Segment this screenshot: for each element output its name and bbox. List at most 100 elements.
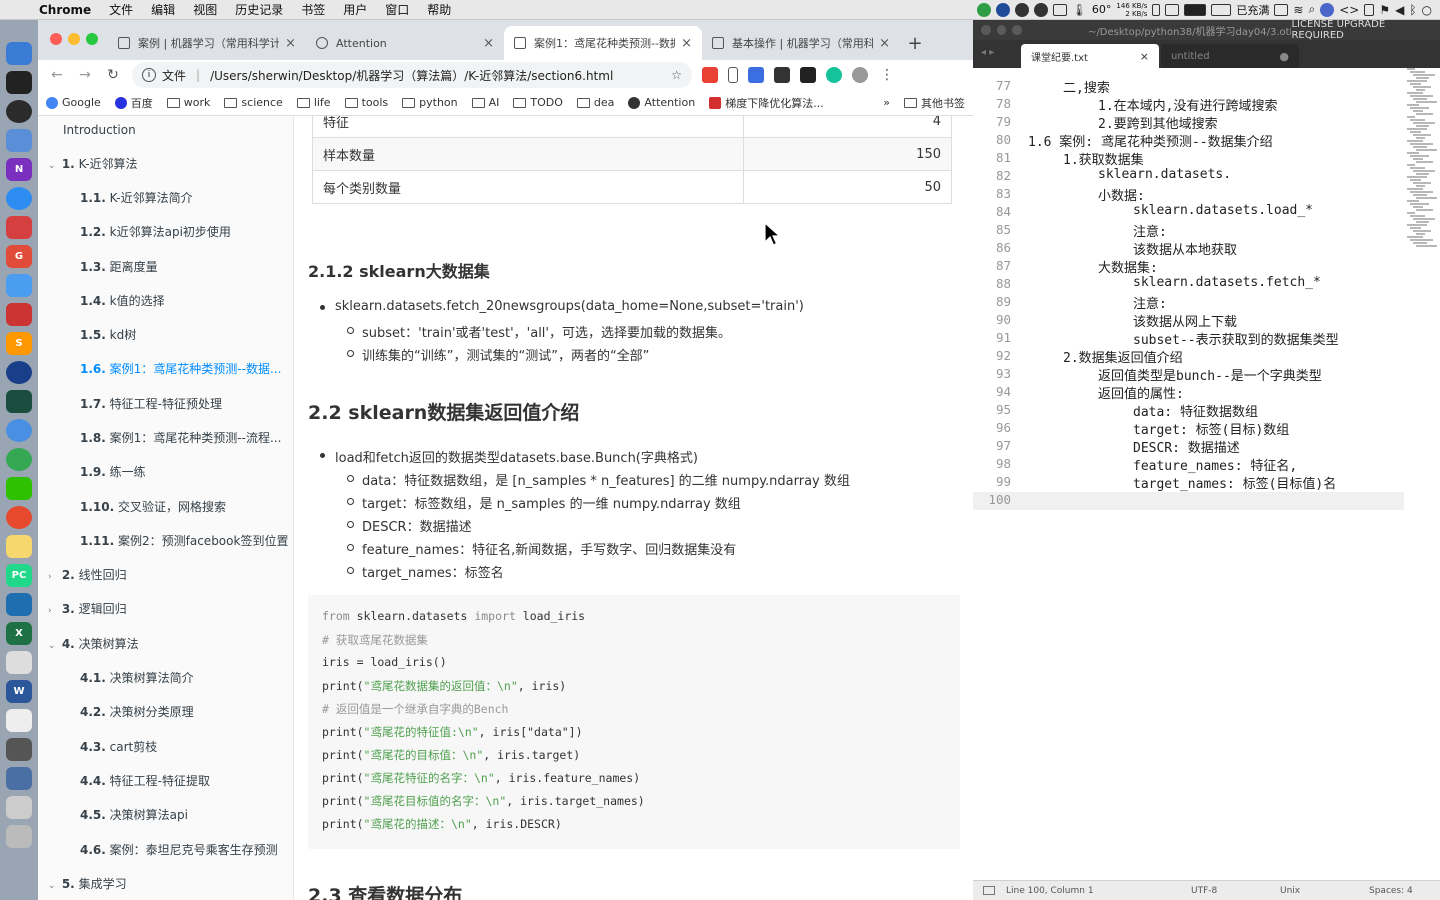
bookmark-baidu[interactable]: 百度 <box>114 95 153 111</box>
close-tab-icon[interactable]: × <box>285 36 296 51</box>
sidebar-item-1-1[interactable]: 1.1. K-近邻算法简介 <box>80 189 193 206</box>
minimize-window-button[interactable] <box>996 25 1007 35</box>
close-tab-icon[interactable]: × <box>879 36 890 51</box>
app-g-icon[interactable]: G <box>6 245 32 268</box>
bookmark-other[interactable]: 其他书签 <box>904 95 965 111</box>
close-tab-icon[interactable]: × <box>1140 50 1149 63</box>
volume-icon[interactable]: ◀ <box>1395 3 1404 17</box>
clock-icon[interactable] <box>1033 2 1048 17</box>
mirror-icon[interactable] <box>1364 3 1375 16</box>
chevron-down-icon[interactable]: ⌄ <box>48 881 58 891</box>
back-button[interactable]: ← <box>48 67 66 83</box>
chrome-icon[interactable] <box>6 448 32 471</box>
chart-app-icon[interactable] <box>6 390 32 413</box>
tab-ml-cases[interactable]: 案例 | 机器学习（常用科学计算 × <box>108 26 306 60</box>
tab-nav-arrows-icon[interactable]: ◂ ▸ <box>981 47 994 58</box>
editor-tab-untitled[interactable]: untitled ● <box>1161 44 1299 68</box>
close-tab-icon[interactable]: × <box>483 36 494 51</box>
chevron-down-icon[interactable]: ⌄ <box>48 641 58 651</box>
sidebar-item-4-2[interactable]: 4.2. 决策树分类原理 <box>80 703 194 720</box>
editor-minimap[interactable] <box>1405 68 1440 258</box>
calendar-icon[interactable] <box>1165 3 1180 16</box>
remote-app-icon[interactable] <box>6 593 32 616</box>
tab-basic-ops[interactable]: 基本操作 | 机器学习（常用科学 × <box>702 26 900 60</box>
code-block[interactable]: from sklearn.datasets import load_iris # … <box>308 595 960 849</box>
safari-icon[interactable] <box>6 419 32 442</box>
chevron-right-icon[interactable]: › <box>48 572 58 582</box>
profile-avatar-icon[interactable] <box>852 67 868 83</box>
sidebar-item-4-5[interactable]: 4.5. 决策树算法api <box>80 806 188 823</box>
battery-icon[interactable] <box>1211 3 1232 16</box>
mail-icon[interactable] <box>6 216 32 239</box>
bookmark-folder-ai[interactable]: AI <box>471 96 499 109</box>
trash-icon[interactable] <box>6 825 32 848</box>
editor-text-area[interactable]: 77 二,搜索 78 1.在本域内,没有进行跨域搜索 79 2.要跨到其他域搜索 80 1.6… <box>973 68 1440 890</box>
license-notice[interactable]: LICENSE UPGRADE REQUIRED <box>1291 19 1440 41</box>
extension-dark-icon[interactable] <box>800 67 816 83</box>
excel-icon[interactable]: X <box>6 622 32 645</box>
sidebar-item-1-10[interactable]: 1.10. 交叉验证，网格搜索 <box>80 498 226 515</box>
bookmark-folder-work[interactable]: work <box>166 96 210 109</box>
menu-people[interactable]: 用户 <box>334 1 376 18</box>
paper-app-icon[interactable] <box>6 651 32 674</box>
panel-toggle-icon[interactable] <box>983 886 995 895</box>
search-icon[interactable]: ⌕ <box>1308 2 1315 17</box>
menu-view[interactable]: 视图 <box>184 1 226 18</box>
address-bar[interactable]: i 文件 | /Users/sherwin/Desktop/机器学习（算法篇）/… <box>132 62 692 88</box>
bookmark-attention[interactable]: Attention <box>628 96 695 109</box>
sidebar-item-4-6[interactable]: 4.6. 案例：泰坦尼克号乘客生存预测 <box>80 841 278 858</box>
vpn-icon[interactable] <box>995 2 1010 17</box>
netease-music-icon[interactable] <box>6 506 32 529</box>
menu-window[interactable]: 窗口 <box>376 1 418 18</box>
sidebar-item-introduction[interactable]: Introduction <box>63 123 136 137</box>
sidebar-item-4-4[interactable]: 4.4. 特征工程-特征提取 <box>80 772 210 789</box>
sublime-icon[interactable]: S <box>6 332 32 355</box>
preview-icon[interactable] <box>6 709 32 732</box>
textedit-icon[interactable] <box>6 129 32 152</box>
extension-jh-icon[interactable] <box>748 67 764 83</box>
close-window-button[interactable] <box>50 33 62 45</box>
sidebar-item-1-8[interactable]: 1.8. 案例1：鸢尾花种类预测--流程... <box>80 429 281 446</box>
memory-icon[interactable] <box>1152 3 1161 16</box>
bookmark-folder-science[interactable]: science <box>224 96 283 109</box>
cloud-icon[interactable] <box>1014 2 1029 17</box>
terminal-icon[interactable] <box>6 71 32 94</box>
pycharm-icon[interactable]: PC <box>6 564 32 587</box>
url-text[interactable]: /Users/sherwin/Desktop/机器学习（算法篇）/K-近邻算法/… <box>210 67 613 84</box>
unsaved-dot-icon[interactable]: ● <box>1279 50 1289 63</box>
menu-history[interactable]: 历史记录 <box>226 1 292 18</box>
qq-browser-icon[interactable] <box>6 187 32 210</box>
sidebar-item-ensemble[interactable]: ⌄ 5. 集成学习 <box>48 875 127 892</box>
pen-app-icon[interactable] <box>6 274 32 297</box>
temperature-icon[interactable]: 🌡 <box>1072 3 1087 17</box>
sidebar-item-knn[interactable]: ⌄ 1. K-近邻算法 <box>48 155 138 172</box>
bookmark-star-icon[interactable]: ☆ <box>671 68 682 82</box>
new-tab-button[interactable]: + <box>900 26 930 60</box>
wifi-icon[interactable]: ≋ <box>1293 3 1303 17</box>
sidebar-item-1-11[interactable]: 1.11. 案例2：预测facebook签到位置 <box>80 532 288 549</box>
cpu-graph-icon[interactable] <box>1184 3 1207 16</box>
notification-icon[interactable]: ○ <box>1422 3 1432 17</box>
bookmark-folder-todo[interactable]: TODO <box>513 96 563 109</box>
notes-icon[interactable] <box>6 535 32 558</box>
downloads-icon[interactable] <box>6 796 32 819</box>
sidebar-item-4-3[interactable]: 4.3. cart剪枝 <box>80 738 157 755</box>
extension-translate-icon[interactable] <box>702 67 718 83</box>
extension-x-icon[interactable] <box>774 67 790 83</box>
app-toolbox-icon[interactable] <box>6 303 32 326</box>
bookmark-folder-dea[interactable]: dea <box>576 96 614 109</box>
sidebar-item-1-3[interactable]: 1.3. 距离度量 <box>80 258 158 275</box>
chevron-right-icon[interactable]: › <box>48 606 58 616</box>
editor-tab-notes[interactable]: 课堂纪要.txt × <box>1021 44 1159 68</box>
zoom-window-button[interactable] <box>86 33 98 45</box>
wechat-icon[interactable] <box>6 477 32 500</box>
upload-status-icon[interactable] <box>976 2 991 17</box>
sidebar-item-1-6[interactable]: 1.6. 案例1：鸢尾花种类预测--数据... <box>80 360 281 377</box>
menu-help[interactable]: 帮助 <box>418 1 460 18</box>
close-window-button[interactable] <box>981 25 991 35</box>
zoom-window-button[interactable] <box>1012 25 1023 35</box>
code-icon[interactable]: <> <box>1339 3 1359 17</box>
extension-bookmark-icon[interactable] <box>728 67 738 83</box>
sidebar-item-4-1[interactable]: 4.1. 决策树算法简介 <box>80 669 194 686</box>
tab-attention[interactable]: Attention × <box>306 26 504 60</box>
